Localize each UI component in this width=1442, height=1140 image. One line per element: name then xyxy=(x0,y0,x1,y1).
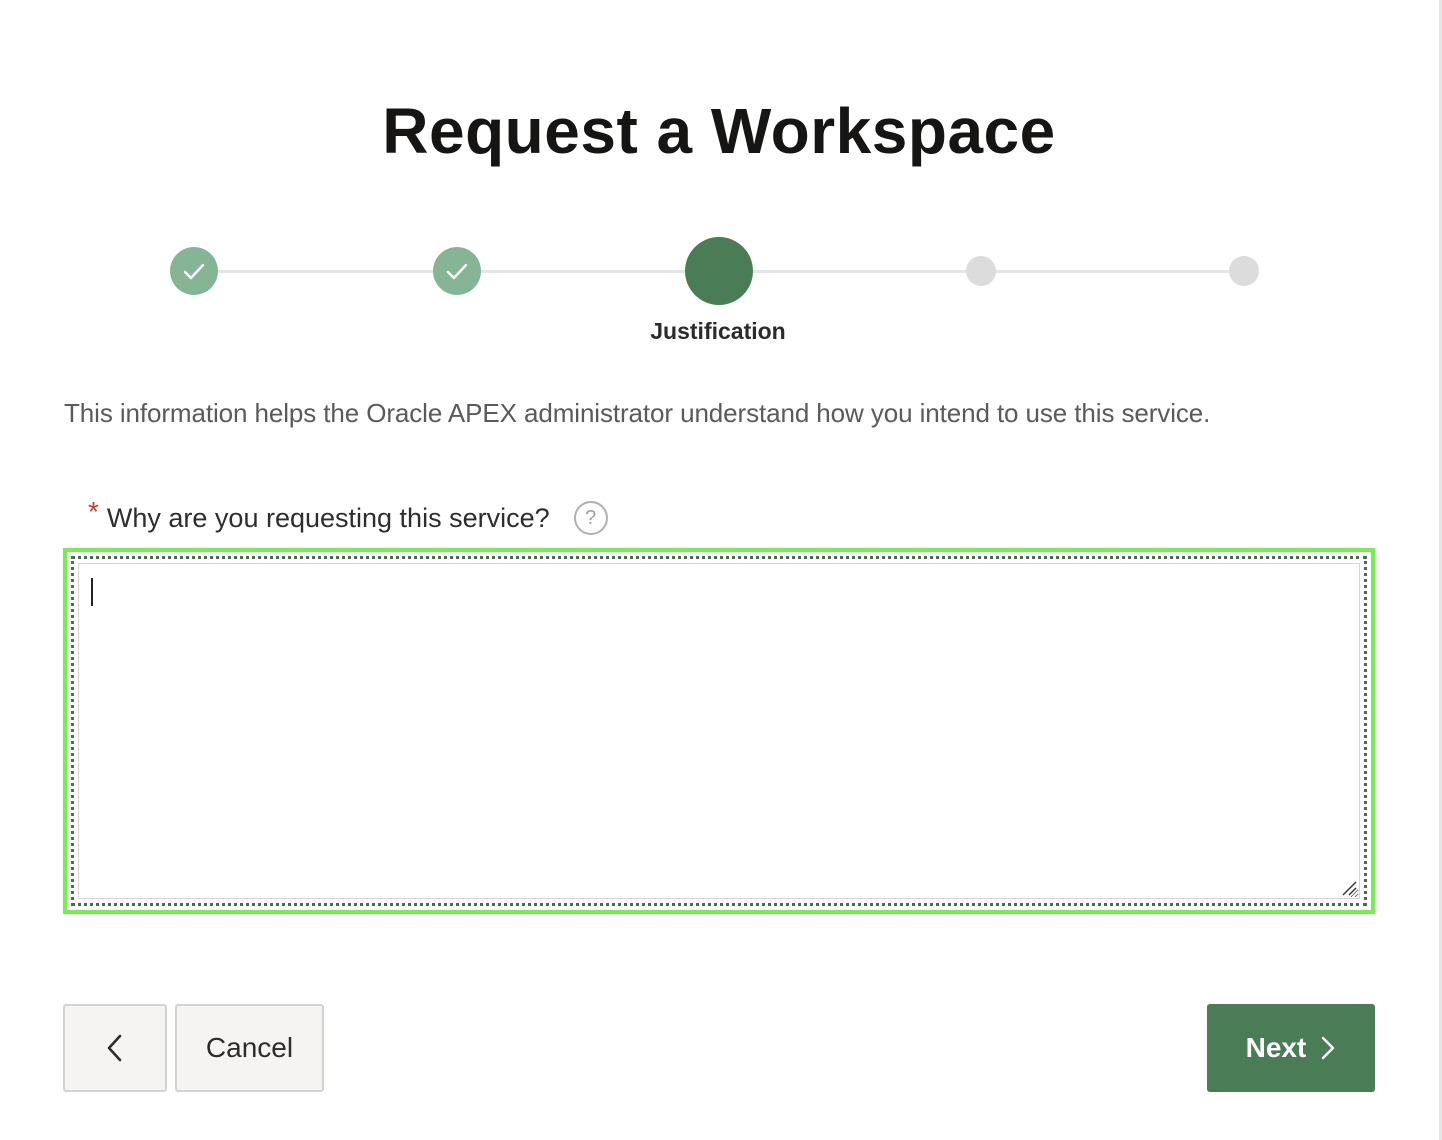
wizard-step-1-complete xyxy=(170,247,218,295)
question-label: Why are you requesting this service? xyxy=(106,502,550,533)
check-icon xyxy=(446,263,468,280)
wizard-progress: Justification xyxy=(150,232,1290,352)
next-button[interactable]: Next xyxy=(1207,1004,1375,1092)
wizard-step-2-complete xyxy=(433,247,481,295)
next-button-label: Next xyxy=(1245,1032,1307,1063)
question-label-row: * Why are you requesting this service? ? xyxy=(88,496,608,538)
chevron-right-icon xyxy=(1322,1036,1335,1060)
check-icon xyxy=(183,263,205,280)
info-text: This information helps the Oracle APEX a… xyxy=(64,398,1211,428)
text-cursor xyxy=(91,578,93,606)
previous-button[interactable] xyxy=(63,1004,167,1092)
page-title: Request a Workspace xyxy=(382,95,1056,167)
justification-textarea-focus-ring xyxy=(63,548,1375,914)
wizard-step-3-current xyxy=(685,237,753,305)
wizard-step-4-upcoming xyxy=(966,256,996,286)
justification-textarea[interactable] xyxy=(78,563,1360,899)
request-workspace-page: Request a Workspace Justification This i… xyxy=(0,0,1442,1140)
wizard-current-step-label: Justification xyxy=(650,318,786,344)
cancel-button[interactable]: Cancel xyxy=(175,1004,324,1092)
resize-handle-icon[interactable] xyxy=(1341,880,1357,896)
required-asterisk: * xyxy=(88,496,99,527)
wizard-step-5-upcoming xyxy=(1229,256,1259,286)
chevron-left-icon xyxy=(107,1034,122,1062)
help-icon[interactable]: ? xyxy=(573,501,608,535)
